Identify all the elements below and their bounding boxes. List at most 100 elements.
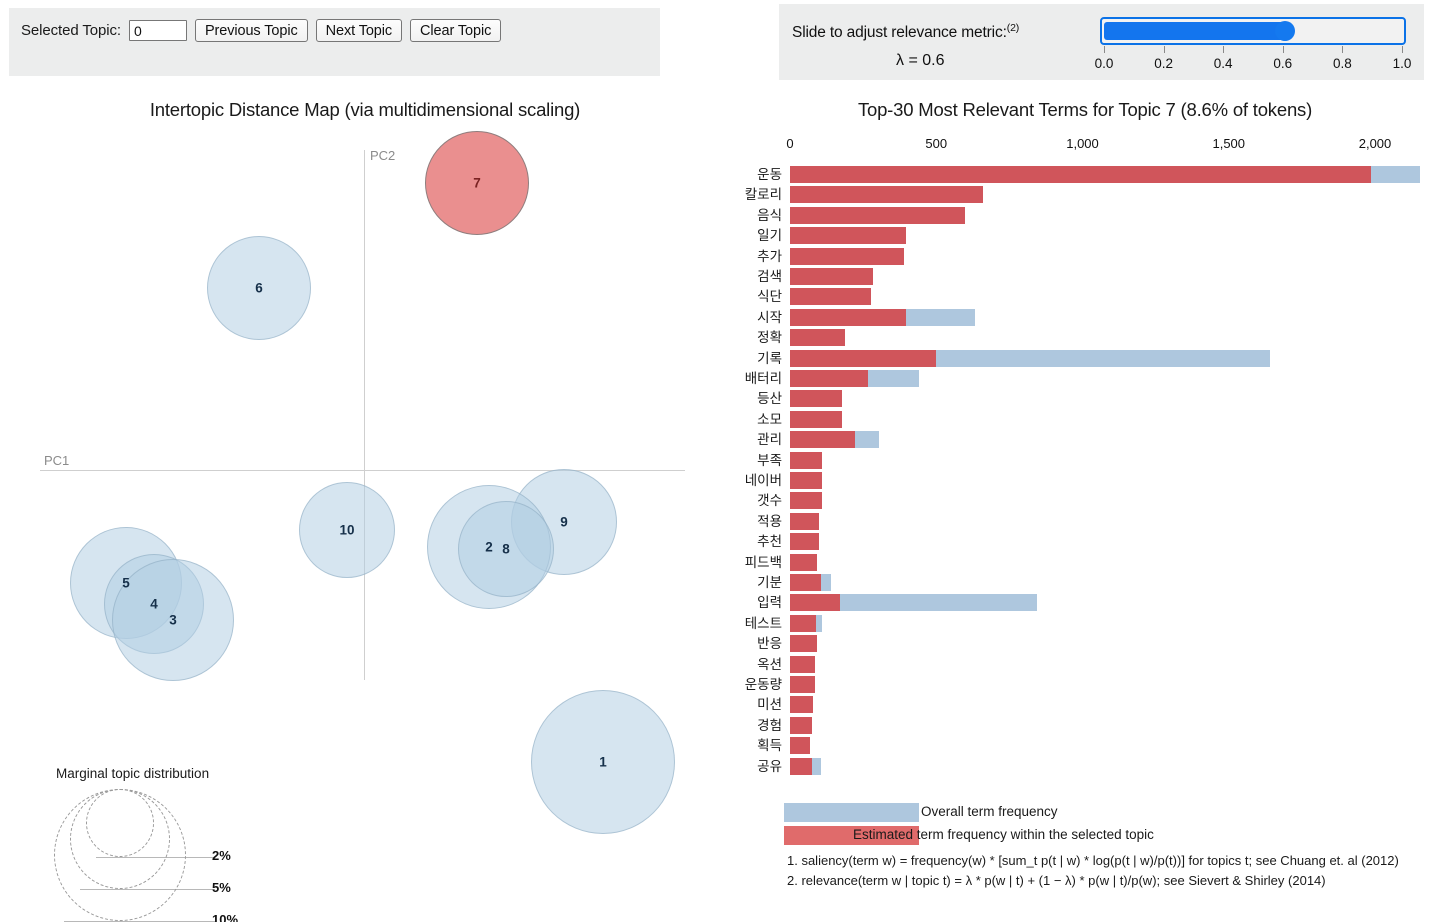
bar-topic-frequency[interactable]	[790, 614, 817, 632]
barchart-row[interactable]: 반응	[0, 635, 1430, 655]
bar-topic-frequency[interactable]	[790, 329, 845, 347]
term-label[interactable]: 검색	[757, 268, 782, 285]
term-label[interactable]: 기록	[757, 350, 782, 367]
term-label[interactable]: 반응	[757, 635, 782, 652]
barchart-row[interactable]: 추가	[0, 247, 1430, 268]
bar-topic-frequency[interactable]	[790, 655, 815, 673]
term-label[interactable]: 추가	[757, 248, 782, 265]
term-label[interactable]: 적용	[757, 513, 782, 530]
barchart-row[interactable]: 식단	[0, 288, 1430, 308]
barchart-row[interactable]: 미션	[0, 696, 1430, 716]
slider-handle[interactable]	[1275, 21, 1295, 41]
bar-topic-frequency[interactable]	[790, 410, 843, 428]
barchart-row[interactable]: 칼로리	[0, 186, 1430, 206]
barchart-row[interactable]: 운동	[0, 166, 1430, 186]
barchart-row[interactable]: 경험	[0, 716, 1430, 737]
term-label[interactable]: 소모	[757, 411, 782, 428]
bar-topic-frequency[interactable]	[790, 574, 821, 591]
bar-topic-frequency[interactable]	[790, 696, 813, 714]
term-label[interactable]: 배터리	[745, 370, 782, 387]
barchart-row[interactable]: 기록	[0, 349, 1430, 370]
barchart-row[interactable]: 입력	[0, 594, 1430, 614]
term-label[interactable]: 부족	[757, 452, 782, 469]
bar-topic-frequency[interactable]	[790, 370, 868, 387]
bar-topic-frequency[interactable]	[790, 512, 820, 530]
barchart-row[interactable]: 검색	[0, 268, 1430, 288]
term-label[interactable]: 획득	[757, 737, 782, 754]
bar-topic-frequency[interactable]	[790, 472, 823, 489]
barchart-row[interactable]: 시작	[0, 308, 1430, 329]
clear-topic-button[interactable]: Clear Topic	[410, 19, 502, 42]
term-label[interactable]: 운동량	[745, 676, 782, 693]
term-label[interactable]: 공유	[757, 758, 782, 775]
bar-topic-frequency[interactable]	[790, 308, 906, 326]
barchart-row[interactable]: 획득	[0, 737, 1430, 757]
barchart-row[interactable]: 정확	[0, 329, 1430, 349]
previous-topic-button[interactable]: Previous Topic	[194, 19, 308, 42]
term-label[interactable]: 테스트	[745, 615, 782, 632]
barchart-row[interactable]: 관리	[0, 431, 1430, 451]
term-label[interactable]: 옥션	[757, 656, 782, 673]
barchart-row[interactable]: 일기	[0, 227, 1430, 247]
barchart-row[interactable]: 공유	[0, 757, 1430, 778]
term-label[interactable]: 일기	[757, 227, 782, 244]
marginal-label-5%: 5%	[212, 880, 231, 895]
term-label[interactable]: 관리	[757, 431, 782, 448]
term-label[interactable]: 음식	[757, 207, 782, 224]
footnote-saliency: 1. saliency(term w) = frequency(w) * [su…	[787, 853, 1399, 868]
barchart-row[interactable]: 추천	[0, 533, 1430, 553]
term-label[interactable]: 갯수	[757, 492, 782, 509]
term-label[interactable]: 운동	[757, 166, 782, 183]
bar-topic-frequency[interactable]	[790, 635, 817, 653]
bar-topic-frequency[interactable]	[790, 594, 841, 612]
bar-topic-frequency[interactable]	[790, 206, 965, 224]
bar-topic-frequency[interactable]	[790, 431, 855, 449]
term-label[interactable]: 칼로리	[745, 186, 782, 203]
barchart-row[interactable]: 운동량	[0, 676, 1430, 696]
bar-topic-frequency[interactable]	[790, 492, 822, 510]
bar-topic-frequency[interactable]	[790, 737, 810, 755]
barchart-row[interactable]: 피드백	[0, 553, 1430, 574]
bar-topic-frequency[interactable]	[790, 390, 843, 408]
term-label[interactable]: 등산	[757, 390, 782, 407]
next-topic-button[interactable]: Next Topic	[315, 19, 403, 42]
bar-topic-frequency[interactable]	[790, 451, 823, 469]
bar-topic-frequency[interactable]	[790, 676, 815, 693]
bar-topic-frequency[interactable]	[790, 716, 812, 734]
barchart-row[interactable]: 음식	[0, 206, 1430, 227]
barchart-row[interactable]: 적용	[0, 512, 1430, 533]
barchart-row[interactable]: 배터리	[0, 370, 1430, 390]
term-label[interactable]: 입력	[757, 594, 782, 611]
barchart-row[interactable]: 기분	[0, 574, 1430, 594]
barchart-row[interactable]: 등산	[0, 390, 1430, 410]
bar-topic-frequency[interactable]	[790, 553, 818, 571]
term-label[interactable]: 시작	[757, 309, 782, 326]
footnote-marker-2: (2)	[1006, 22, 1020, 34]
bar-topic-frequency[interactable]	[790, 288, 872, 306]
term-label[interactable]: 기분	[757, 574, 782, 591]
bar-topic-frequency[interactable]	[790, 247, 905, 265]
slider-tick-label: 1.0	[1392, 56, 1412, 71]
term-label[interactable]: 경험	[757, 717, 782, 734]
bar-topic-frequency[interactable]	[790, 349, 937, 367]
bar-topic-frequency[interactable]	[790, 186, 984, 204]
barchart-row[interactable]: 옥션	[0, 655, 1430, 676]
barchart-row[interactable]: 테스트	[0, 614, 1430, 635]
barchart-row[interactable]: 소모	[0, 410, 1430, 431]
bar-topic-frequency[interactable]	[790, 268, 873, 285]
bar-topic-frequency[interactable]	[790, 166, 1371, 183]
term-label[interactable]: 추천	[757, 533, 782, 550]
term-label[interactable]: 피드백	[745, 554, 782, 571]
bar-topic-frequency[interactable]	[790, 757, 812, 775]
term-label[interactable]: 정확	[757, 329, 782, 346]
term-label[interactable]: 미션	[757, 696, 782, 713]
barchart-row[interactable]: 갯수	[0, 492, 1430, 512]
barchart-row[interactable]: 네이버	[0, 472, 1430, 492]
term-label[interactable]: 식단	[757, 288, 782, 305]
bar-topic-frequency[interactable]	[790, 227, 906, 245]
bar-topic-frequency[interactable]	[790, 533, 819, 551]
term-label[interactable]: 네이버	[745, 472, 782, 489]
selected-topic-input[interactable]	[128, 20, 187, 41]
relevance-slider-track[interactable]	[1100, 17, 1406, 45]
barchart-row[interactable]: 부족	[0, 451, 1430, 472]
